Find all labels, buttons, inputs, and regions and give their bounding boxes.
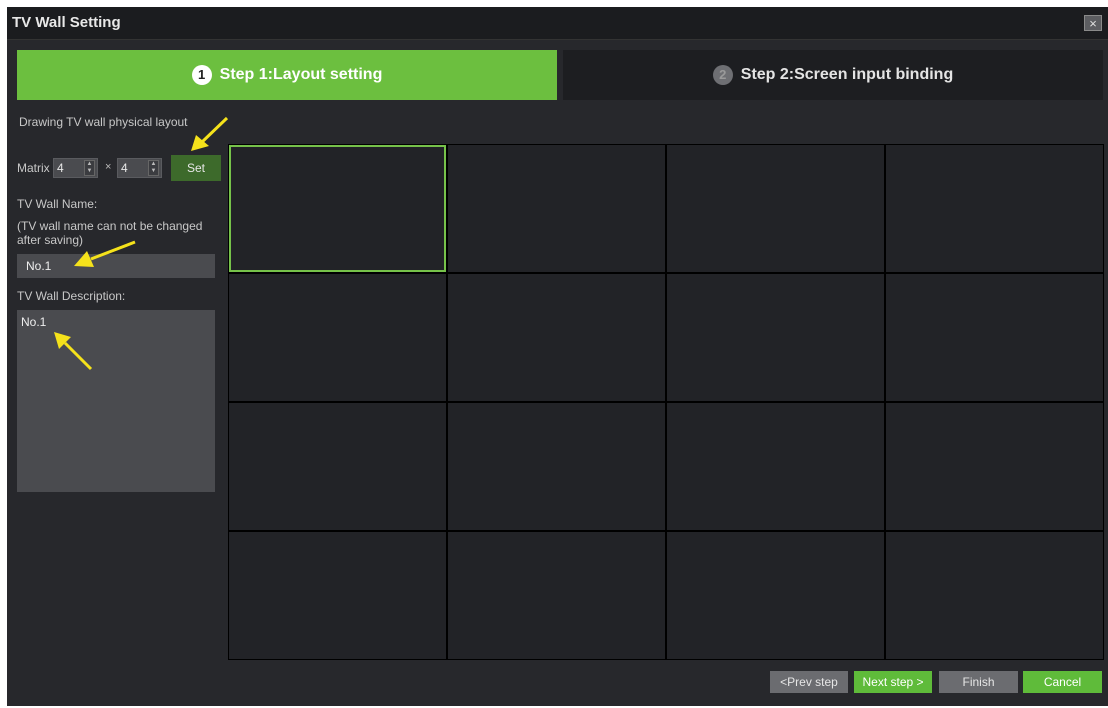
finish-button[interactable]: Finish [939,671,1018,693]
next-step-button[interactable]: Next step > [854,671,932,693]
tv-wall-screen-cell[interactable] [667,145,884,272]
tab-step-2-label: Step 2:Screen input binding [740,66,954,83]
step-1-number-badge: 1 [191,65,212,85]
tv-wall-screen-cell[interactable] [448,274,665,401]
tv-wall-screen-cell[interactable] [229,274,446,401]
tv-wall-screen-cell[interactable] [448,145,665,272]
spinner-arrows-icon[interactable]: ▲ ▼ [148,160,159,176]
tab-step-1-label: Step 1:Layout setting [219,66,383,83]
tv-wall-screen-cell[interactable] [886,403,1103,530]
close-icon[interactable]: × [1084,15,1102,31]
spinner-arrows-icon[interactable]: ▲ ▼ [84,160,95,176]
tv-wall-screen-cell[interactable] [229,532,446,659]
cancel-button[interactable]: Cancel [1023,671,1102,693]
tv-wall-name-label: TV Wall Name: [17,197,98,211]
tab-step-2-screen-input-binding[interactable]: 2 Step 2:Screen input binding [563,50,1103,100]
times-sign: × [105,161,112,173]
tv-wall-screen-cell[interactable] [886,532,1103,659]
matrix-cols-value: 4 [121,161,128,175]
tv-wall-screen-cell[interactable] [886,274,1103,401]
arrow-pointer-icon [74,240,136,267]
tv-wall-setting-dialog: TV Wall Setting × 1 Step 1:Layout settin… [7,7,1108,706]
tv-wall-description-textarea[interactable]: No.1 [17,310,215,492]
matrix-label: Matrix [17,161,50,175]
tv-wall-description-label: TV Wall Description: [17,289,126,303]
tv-wall-screen-cell[interactable] [667,403,884,530]
tv-wall-layout-grid [228,144,1104,660]
step-2-number-badge: 2 [712,65,733,85]
tv-wall-screen-cell[interactable] [448,532,665,659]
arrow-pointer-icon [191,116,229,151]
tv-wall-screen-cell[interactable] [886,145,1103,272]
tv-wall-screen-cell[interactable] [229,403,446,530]
tv-wall-screen-cell[interactable] [667,532,884,659]
matrix-rows-stepper[interactable]: 4 ▲ ▼ [53,158,98,178]
title-bar: TV Wall Setting × [7,7,1108,40]
tv-wall-screen-cell[interactable] [448,403,665,530]
layout-heading: Drawing TV wall physical layout [19,115,188,129]
matrix-rows-value: 4 [57,161,64,175]
window-title: TV Wall Setting [12,14,121,31]
tv-wall-screen-cell[interactable] [229,145,446,272]
tv-wall-screen-cell[interactable] [667,274,884,401]
set-button[interactable]: Set [171,155,221,181]
arrow-pointer-icon [54,332,93,371]
tab-step-1-layout-setting[interactable]: 1 Step 1:Layout setting [17,50,557,100]
prev-step-button[interactable]: <Prev step [770,671,848,693]
matrix-cols-stepper[interactable]: 4 ▲ ▼ [117,158,162,178]
